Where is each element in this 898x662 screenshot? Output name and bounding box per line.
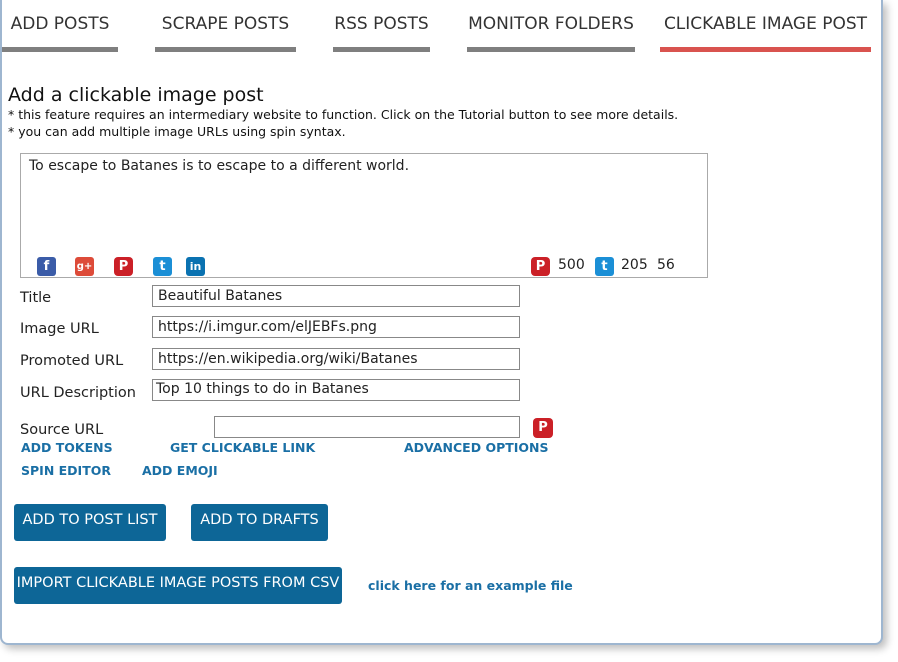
tab-label: CLICKABLE IMAGE POST bbox=[663, 14, 868, 34]
example-file-link[interactable]: click here for an example file bbox=[368, 578, 573, 593]
post-text[interactable]: To escape to Batanes is to escape to a d… bbox=[29, 158, 409, 174]
source-url-label: Source URL bbox=[20, 422, 104, 438]
title-input[interactable]: Beautiful Batanes bbox=[152, 285, 520, 307]
tab-underline bbox=[333, 47, 430, 52]
tab-label: SCRAPE POSTS bbox=[161, 14, 290, 34]
char-count: 56 bbox=[657, 257, 675, 273]
add-tokens-link[interactable]: ADD TOKENS bbox=[21, 440, 113, 455]
note-intermediary: * this feature requires an intermediary … bbox=[8, 107, 679, 122]
add-to-drafts-button[interactable]: ADD TO DRAFTS bbox=[191, 504, 328, 541]
tab-underline-active bbox=[660, 47, 871, 52]
twitter-count-icon: t bbox=[595, 257, 614, 276]
promoted-url-input[interactable]: https://en.wikipedia.org/wiki/Batanes bbox=[152, 348, 520, 370]
tab-scrape-posts[interactable]: SCRAPE POSTS bbox=[155, 0, 296, 52]
pinterest-char-count: 500 bbox=[558, 257, 585, 273]
tab-clickable-image-post[interactable]: CLICKABLE IMAGE POST bbox=[660, 0, 871, 52]
source-url-input[interactable] bbox=[214, 416, 520, 438]
image-url-input[interactable]: https://i.imgur.com/elJEBFs.png bbox=[152, 316, 520, 338]
tab-label: ADD POSTS bbox=[10, 14, 110, 34]
post-text-editor[interactable]: To escape to Batanes is to escape to a d… bbox=[20, 153, 708, 278]
tab-underline bbox=[155, 47, 296, 52]
note-spin-syntax: * you can add multiple image URLs using … bbox=[8, 124, 346, 139]
twitter-char-count: 205 bbox=[621, 257, 648, 273]
add-to-post-list-button[interactable]: ADD TO POST LIST bbox=[14, 504, 166, 541]
tab-underline bbox=[2, 47, 118, 52]
linkedin-icon[interactable]: in bbox=[186, 257, 205, 276]
add-emoji-link[interactable]: ADD EMOJI bbox=[142, 463, 218, 478]
image-url-label: Image URL bbox=[20, 321, 99, 337]
tab-rss-posts[interactable]: RSS POSTS bbox=[333, 0, 430, 52]
url-description-label: URL Description bbox=[20, 385, 136, 401]
tab-label: RSS POSTS bbox=[334, 14, 429, 34]
pinterest-icon[interactable]: P bbox=[114, 257, 133, 276]
url-description-input[interactable]: Top 10 things to do in Batanes bbox=[152, 379, 520, 401]
advanced-options-link[interactable]: ADVANCED OPTIONS bbox=[404, 440, 549, 455]
pinterest-count-icon: P bbox=[531, 257, 550, 276]
google-plus-icon[interactable]: g+ bbox=[75, 257, 94, 276]
tab-underline bbox=[467, 47, 635, 52]
import-csv-button[interactable]: IMPORT CLICKABLE IMAGE POSTS FROM CSV bbox=[14, 567, 342, 604]
get-clickable-link[interactable]: GET CLICKABLE LINK bbox=[170, 440, 315, 455]
page-title: Add a clickable image post bbox=[8, 84, 264, 106]
facebook-icon[interactable]: f bbox=[37, 257, 56, 276]
promoted-url-label: Promoted URL bbox=[20, 353, 124, 369]
spin-editor-link[interactable]: SPIN EDITOR bbox=[21, 463, 111, 478]
title-label: Title bbox=[20, 290, 52, 306]
pinterest-source-icon[interactable]: P bbox=[533, 418, 553, 438]
tab-label: MONITOR FOLDERS bbox=[468, 14, 634, 34]
twitter-icon[interactable]: t bbox=[153, 257, 172, 276]
tab-add-posts[interactable]: ADD POSTS bbox=[2, 0, 118, 52]
tab-monitor-folders[interactable]: MONITOR FOLDERS bbox=[467, 0, 635, 52]
